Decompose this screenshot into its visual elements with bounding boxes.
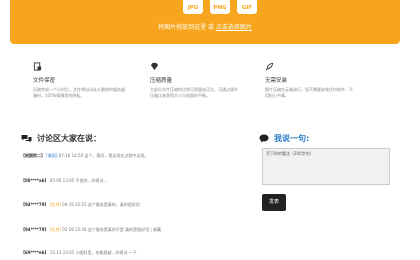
feature-desc: 图片压缩在云端进行，您不需要安装任何软件，不 用担心中毒。 <box>265 87 353 98</box>
submit-comment-button[interactable]: 发表 <box>262 194 286 211</box>
feature-desc: 大部分文件压缩的比例可质量成正比，可通过调节 压缩比来获得大小与质量的平衡。 <box>150 87 238 98</box>
comment-user: 【88****ab】 <box>21 178 49 183</box>
gif-format-badge: GIF <box>237 0 257 14</box>
comment-time: 03-28 15:44 <box>62 227 87 232</box>
comment-text: 小图好用，也能超越…你再试 一下 <box>75 250 137 255</box>
comment-item: 【88****ab】 05-06 13:05 手里的…你再试… <box>21 178 107 184</box>
comment-location: [北京] <box>49 202 61 207</box>
chat-bubbles-icon <box>21 134 32 142</box>
feature-quality: 压缩质量 大部分文件压缩的比例可质量成正比，可通过调节 压缩比来获得大小与质量的平… <box>150 62 270 99</box>
drop-instruction: 将图片拖放到这里 或 <box>158 24 216 31</box>
diamond-icon <box>150 62 159 71</box>
feature-title: 文件保密 <box>33 78 56 84</box>
comment-box-title: 我说一句: <box>259 133 309 144</box>
comment-location: [美国] <box>46 153 58 158</box>
png-format-badge: PNG <box>210 0 230 14</box>
feature-privacy: 文件保密 压缩完成一个小时后，文件将自动永久删除的服务器 端时，100%保障您的隐… <box>33 62 153 99</box>
comment-text: 这个，我问，我出现在过程中出现。 <box>84 153 149 158</box>
comment-item: 【94****79】 [北京] 03-28 15:44 这个服务是真的不是 真的… <box>21 227 161 233</box>
feature-title: 压缩质量 <box>150 78 173 84</box>
comment-time: 07-16 14:50 <box>58 153 84 158</box>
feature-no-install: 无需安装 图片压缩在云端进行，您不需要安装任何软件，不 用担心中毒。 <box>265 62 385 99</box>
feature-title: 无需安装 <box>265 78 288 84</box>
comment-location: [北京] <box>49 227 61 232</box>
discussion-title: 讨论区大家在说： <box>21 133 101 144</box>
discussion-title-text: 讨论区大家在说： <box>37 134 101 143</box>
comment-time: 15-13 23:05 <box>49 250 75 255</box>
comment-user: 【刻脱阿二】 <box>21 153 45 158</box>
feature-desc: 压缩完成一个小时后，文件将自动永久删除的服务器 端时，100%保障您的隐私。 <box>33 87 125 98</box>
comment-user: 【94****79】 <box>21 202 49 207</box>
comment-time: 05-06 13:05 <box>49 178 75 183</box>
comment-item: 【94****79】 [北京] 04-19 22:55 这个服务是真的，真的很好… <box>21 202 140 208</box>
comment-user: 【94****79】 <box>21 227 49 232</box>
upload-banner[interactable]: JPG PNG GIF 将图片拖放到这里 或 点击选择图片 <box>10 0 400 44</box>
choose-image-link[interactable]: 点击选择图片 <box>216 24 252 31</box>
comment-text: 这个服务是真的，真的很好用 <box>87 202 140 207</box>
comment-text: 这个服务是真的不是 真的是很好用 | 收藏 <box>87 227 162 232</box>
comment-user: 【69****eb】 <box>21 250 49 255</box>
file-lock-icon <box>33 62 42 71</box>
comment-item: 【刻脱阿二】 [美国] 07-16 14:50 这个，我问，我出现在过程中出现。 <box>21 153 148 159</box>
jpg-format-badge: JPG <box>183 0 203 14</box>
comment-textarea[interactable]: 写下你的看法（200字内） <box>262 148 390 185</box>
comment-text: 手里的…你再试… <box>75 178 108 183</box>
rocket-icon <box>265 62 274 71</box>
drop-zone-text: 将图片拖放到这里 或 点击选择图片 <box>10 22 400 31</box>
comment-time: 04-19 22:55 <box>62 202 87 207</box>
speech-bubble-icon <box>259 134 269 143</box>
comment-box-title-text: 我说一句: <box>274 134 310 143</box>
comment-item: 【69****eb】 15-13 23:05 小图好用，也能超越…你再试 一下 <box>21 250 137 256</box>
